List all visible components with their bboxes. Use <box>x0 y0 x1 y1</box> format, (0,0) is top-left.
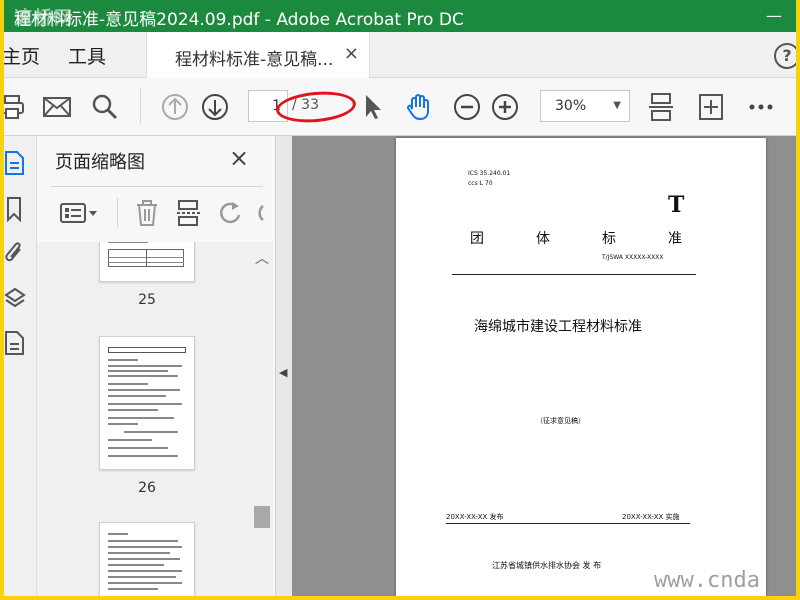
search-icon[interactable] <box>90 92 120 122</box>
implement-date: 20XX-XX-XX 实施 <box>622 513 680 521</box>
attachment-icon[interactable] <box>4 240 26 266</box>
rotate-clockwise-icon[interactable] <box>255 198 265 228</box>
tab-bar: 主页 工具 程材料标准-意见稿... × ? <box>4 32 796 78</box>
issuer: 江苏省城镇供水排水协会 发 布 <box>492 561 602 570</box>
close-panel-icon[interactable]: × <box>229 144 249 172</box>
document-properties-icon[interactable] <box>4 330 26 356</box>
ics-code: ICS 35.240.01 <box>468 170 511 177</box>
panel-divider <box>51 186 263 187</box>
hand-tool-icon[interactable] <box>404 92 434 122</box>
select-cursor-icon[interactable] <box>358 92 388 122</box>
help-button[interactable]: ? <box>774 43 796 69</box>
thumbnails-panel: 页面缩略图 × 25 26 ︿ <box>36 136 276 596</box>
rotate-icon[interactable] <box>217 198 245 228</box>
thumbnails-scrollbar[interactable]: ︿ <box>251 242 273 596</box>
ccs-code: ccs L 70 <box>468 180 493 187</box>
group-standard-char-2: 体 <box>536 231 550 247</box>
zoom-in-icon[interactable] <box>490 92 520 122</box>
document-viewer[interactable]: ICS 35.240.01 ccs L 70 T 团 体 标 准 T/JSWA … <box>292 136 796 596</box>
window-title: 程材料标准-意见稿2024.09.pdf - Adobe Acrobat Pro… <box>14 10 464 30</box>
tab-document[interactable]: 程材料标准-意见稿... × <box>146 32 370 78</box>
header-rule <box>452 274 696 275</box>
toolbar-separator <box>140 88 141 124</box>
bookmark-icon[interactable] <box>4 196 26 222</box>
trash-icon[interactable] <box>133 198 161 228</box>
zoom-out-icon[interactable] <box>452 92 482 122</box>
minimize-button[interactable]: — <box>752 0 796 32</box>
next-page-icon[interactable] <box>200 92 230 122</box>
fit-width-icon[interactable] <box>646 92 676 122</box>
tab-tools[interactable]: 工具 <box>68 42 106 69</box>
zoom-select[interactable]: 30% ▼ <box>540 90 630 122</box>
group-standard-char-4: 准 <box>668 231 682 247</box>
chevron-up-icon[interactable]: ︿ <box>255 248 269 268</box>
thumbnail-options-icon[interactable] <box>59 198 99 228</box>
scrollbar-thumb[interactable] <box>254 506 270 528</box>
thumbnail-page-27[interactable] <box>99 522 195 596</box>
prev-page-icon[interactable] <box>160 92 190 122</box>
thumbnail-page-25[interactable] <box>99 242 195 282</box>
panel-collapse-strip[interactable]: ◀ <box>276 136 292 596</box>
watermark-logo: 速桥网 <box>14 8 74 29</box>
page-thumbnails-icon[interactable] <box>4 150 26 176</box>
publish-date: 20XX-XX-XX 发布 <box>446 513 504 521</box>
mail-icon[interactable] <box>42 92 72 122</box>
more-icon[interactable] <box>746 92 776 122</box>
document-title: 海绵城市建设工程材料标准 <box>474 319 642 335</box>
print-icon[interactable] <box>4 92 28 122</box>
zoom-value: 30% <box>555 98 587 114</box>
document-tab-label: 程材料标准-意见稿... <box>175 50 334 70</box>
app-window: 程材料标准-意见稿2024.09.pdf - Adobe Acrobat Pro… <box>4 0 796 596</box>
layers-icon[interactable] <box>4 286 26 312</box>
draft-label: （征求意见稿） <box>536 417 585 425</box>
close-tab-icon[interactable]: × <box>344 43 359 64</box>
insert-pages-icon[interactable] <box>175 198 203 228</box>
main-toolbar: 1 / 33 30% ▼ <box>4 78 796 136</box>
standard-number: T/JSWA XXXXX-XXXX <box>602 254 664 261</box>
thumbnail-page-26[interactable] <box>99 336 195 470</box>
panel-separator <box>117 198 118 228</box>
site-watermark: www.cnda <box>654 568 760 593</box>
group-standard-char-1: 团 <box>470 231 484 247</box>
thumbnails-list[interactable]: 25 26 <box>37 242 257 596</box>
tab-home[interactable]: 主页 <box>4 42 40 69</box>
panel-title: 页面缩略图 <box>55 152 145 173</box>
left-rail <box>4 136 36 596</box>
group-standard-char-3: 标 <box>602 231 616 247</box>
fit-page-icon[interactable] <box>696 92 726 122</box>
thumbnail-label: 25 <box>138 292 156 308</box>
collapse-left-icon[interactable]: ◀ <box>279 366 287 379</box>
standard-mark: T <box>668 192 685 218</box>
footer-rule <box>446 523 690 524</box>
pdf-page: ICS 35.240.01 ccs L 70 T 团 体 标 准 T/JSWA … <box>396 138 766 596</box>
chevron-down-icon: ▼ <box>613 100 621 111</box>
title-bar: 程材料标准-意见稿2024.09.pdf - Adobe Acrobat Pro… <box>4 0 796 32</box>
thumbnail-label: 26 <box>138 480 156 496</box>
